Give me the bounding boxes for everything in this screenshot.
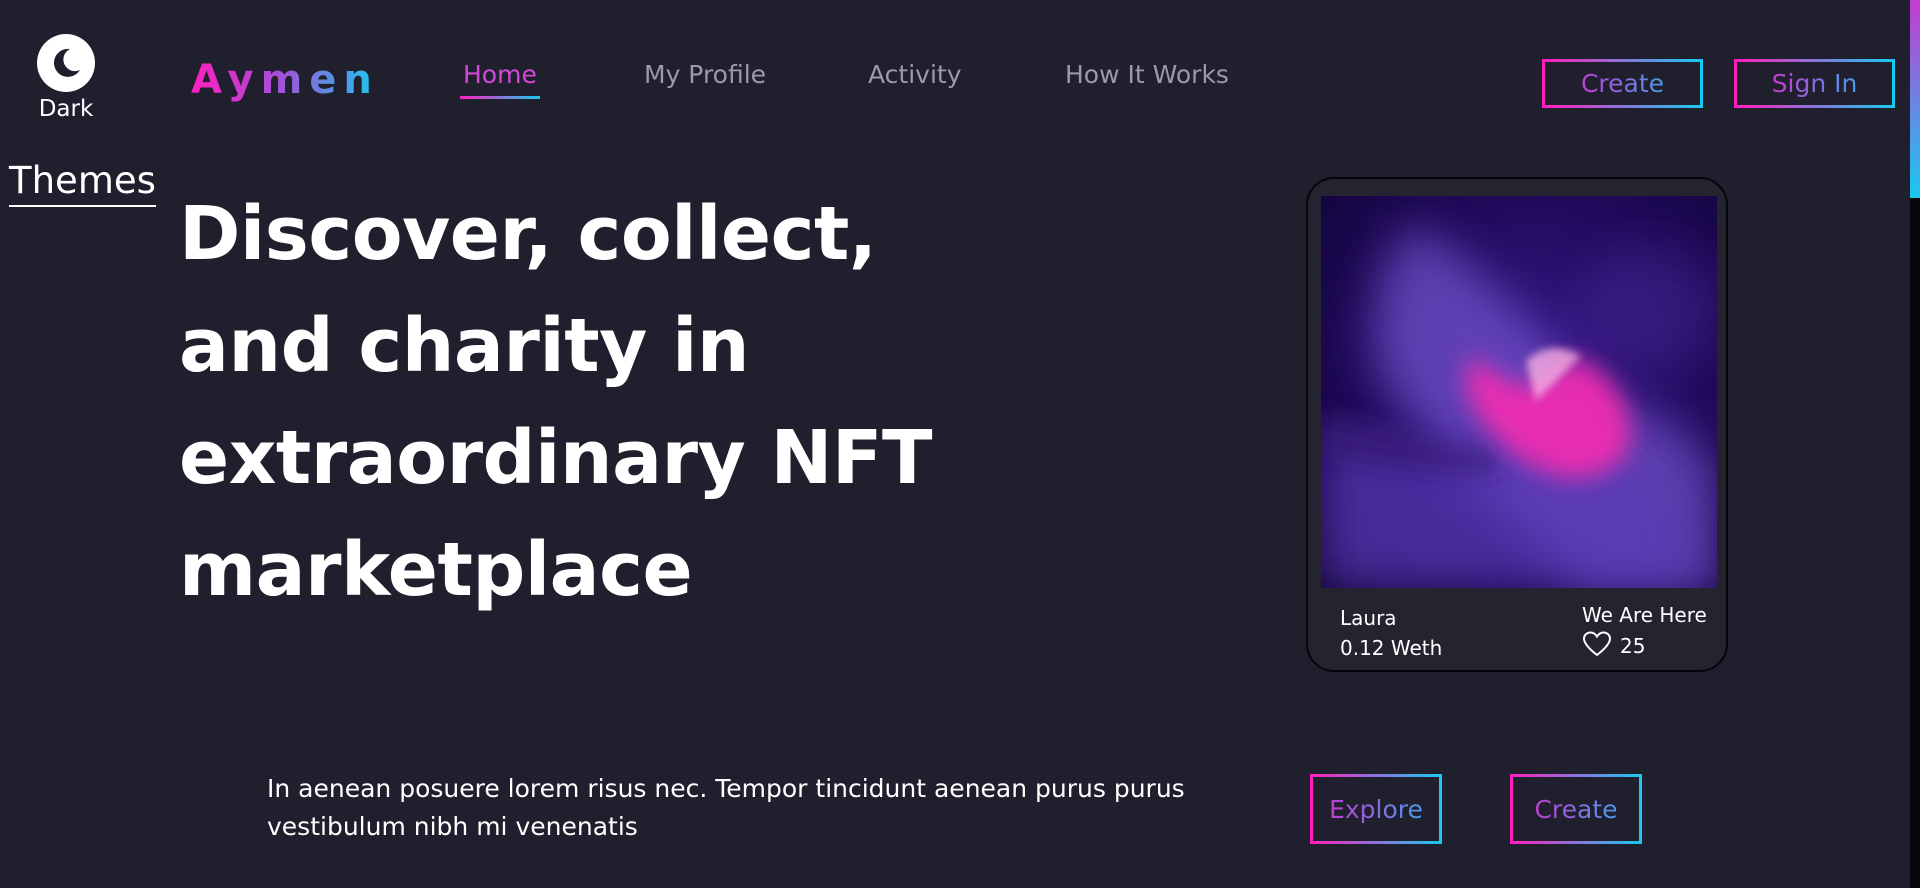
nav-item-activity[interactable]: Activity [868, 58, 962, 92]
nav-item-label: Activity [868, 60, 962, 89]
explore-button[interactable]: Explore [1310, 774, 1442, 844]
create-button[interactable]: Create [1542, 59, 1703, 108]
create-button-label: Create [1580, 69, 1665, 98]
theme-label: Dark [38, 96, 94, 122]
sign-in-button-label: Sign In [1771, 69, 1858, 98]
active-nav-underline [460, 96, 540, 99]
nft-card[interactable]: Laura 0.12 Weth We Are Here 25 [1306, 177, 1728, 672]
page: Dark Themes Aymen Home My Profile Activi… [0, 0, 1920, 888]
hero-description: In aenean posuere lorem risus nec. Tempo… [267, 774, 1185, 841]
nav-item-home[interactable]: Home [460, 58, 540, 99]
themes-link[interactable]: Themes [9, 158, 156, 207]
nft-owner: Laura [1340, 606, 1397, 630]
hero-create-button[interactable]: Create [1510, 774, 1642, 844]
scrollbar-thumb[interactable] [1910, 0, 1920, 198]
heart-icon[interactable] [1582, 630, 1612, 662]
moon-icon[interactable] [37, 34, 95, 92]
page-scrollbar[interactable] [1910, 0, 1920, 888]
sign-in-button[interactable]: Sign In [1734, 59, 1895, 108]
hero-create-button-label: Create [1534, 794, 1618, 824]
nav-item-my-profile[interactable]: My Profile [644, 58, 766, 92]
nav-item-label: My Profile [644, 60, 767, 89]
like-count: 25 [1620, 634, 1646, 658]
nft-meta-right: We Are Here 25 [1582, 600, 1707, 662]
nft-meta-left: Laura 0.12 Weth [1340, 603, 1442, 663]
theme-toggle[interactable]: Dark [36, 34, 96, 122]
explore-button-label: Explore [1329, 794, 1423, 824]
nft-title: We Are Here [1582, 603, 1707, 627]
nft-price: 0.12 Weth [1340, 636, 1443, 660]
nft-artwork-image[interactable] [1321, 196, 1717, 588]
brand-logo[interactable]: Aymen [191, 56, 379, 104]
like-row[interactable]: 25 [1582, 630, 1707, 662]
nav-item-label: Home [463, 60, 537, 89]
nav-item-label: How It Works [1065, 60, 1229, 89]
nav-item-how-it-works[interactable]: How It Works [1065, 58, 1229, 92]
hero-headline: Discover, collect, and charity in extrao… [179, 191, 932, 613]
